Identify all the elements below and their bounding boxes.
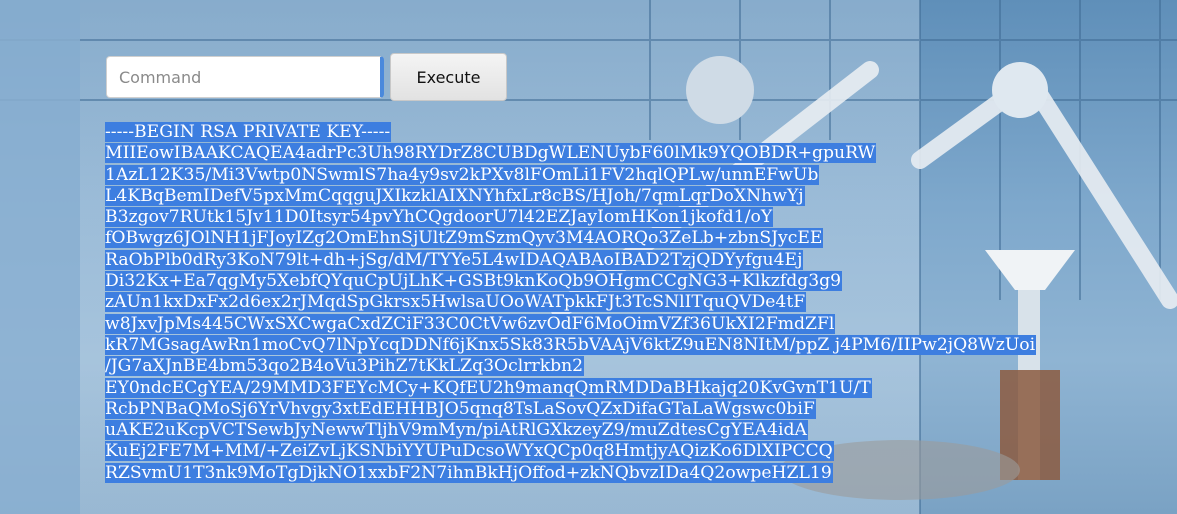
output-line: zAUn1kxDxFx2d6ex2rJMqdSpGkrsx5HwlsaUOoWA… <box>105 292 807 313</box>
output-line: EY0ndcECgYEA/29MMD3FEYcMCy+KQfEU2h9manqQ… <box>105 377 872 398</box>
output-line: w8JxvJpMs445CWxSXCwgaCxdZCiF33C0CtVw6zvO… <box>105 313 836 334</box>
output-line: fOBwgz6JOlNH1jFJoyIZg2OmEhnSjUltZ9mSzmQy… <box>105 228 824 249</box>
output-line: /JG7aXJnBE4bm53qo2B4oVu3PihZ7tKkLZq3Oclr… <box>105 356 585 377</box>
command-input[interactable] <box>106 56 384 98</box>
command-bar: Execute <box>106 53 507 101</box>
output-line: RaObPlb0dRy3KoN79lt+dh+jSg/dM/TYYe5L4wID… <box>105 249 804 270</box>
output-line: RZSvmU1T3nk9MoTgDjkNO1xxbF2N7ihnBkHjOffo… <box>105 462 833 483</box>
execute-button[interactable]: Execute <box>390 53 507 101</box>
output-line: B3zgov7RUtk15Jv11D0Itsyr54pvYhCQgdoorU7l… <box>105 207 774 228</box>
output-line: kR7MGsagAwRn1moCvQ7lNpYcqDDNf6jKnx5Sk83R… <box>105 334 1037 355</box>
output-line: MIIEowIBAAKCAQEA4adrPc3Uh98RYDrZ8CUBDgWL… <box>105 143 877 164</box>
output-line: RcbPNBaQMoSj6YrVhvgy3xtEdEHHBJO5qnq8TsLa… <box>105 398 816 419</box>
output-line: L4KBqBemIDefV5pxMmCqqguJXIkzklAIXNYhfxLr… <box>105 185 805 206</box>
output-line: 1AzL12K35/Mi3Vwtp0NSwmlS7ha4y9sv2kPXv8lF… <box>105 164 820 185</box>
output-line: uAKE2uKcpVCTSewbJyNewwTljhV9mMyn/piAtRlG… <box>105 420 808 441</box>
output-line: KuEj2FE7M+MM/+ZeiZvLjKSNbiYYUPuDcsoWYxQC… <box>105 441 834 462</box>
output-line: -----BEGIN RSA PRIVATE KEY----- <box>105 122 392 142</box>
output-line: Di32Kx+Ea7qgMy5XebfQYquCpUjLhK+GSBt9knKo… <box>105 271 843 292</box>
command-output[interactable]: -----BEGIN RSA PRIVATE KEY----- MIIEowIB… <box>105 122 1171 514</box>
